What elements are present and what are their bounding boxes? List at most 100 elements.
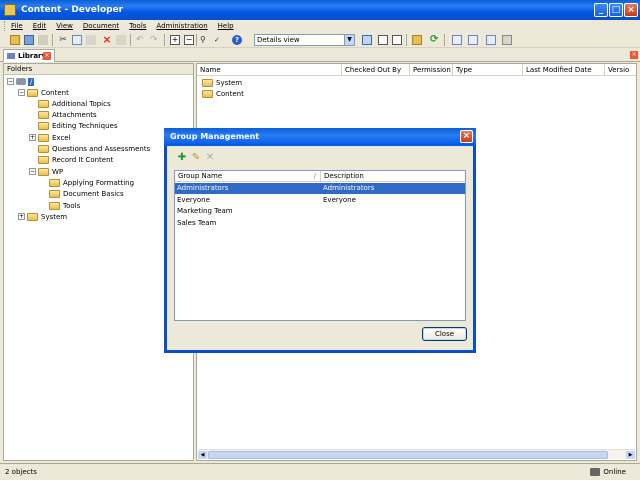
add-group-icon[interactable]: ✚ [177,153,187,163]
group-row[interactable]: Everyone Everyone [175,195,465,206]
scroll-right-icon[interactable]: ▶ [626,451,635,459]
expander-icon[interactable]: − [18,89,25,96]
scrollbar-thumb[interactable] [208,451,608,459]
close-pane-icon[interactable]: × [630,51,638,59]
folders-header: Folders [4,64,193,75]
menu-document[interactable]: Document [83,22,119,30]
group-name: Marketing Team [177,207,233,215]
tree-root[interactable]: − / [7,76,35,87]
redo-icon[interactable]: ↷ [150,35,160,45]
folder-icon [38,167,49,176]
folder-icon [202,89,213,98]
column-description[interactable]: Description [321,171,465,182]
tree-item[interactable]: − Content [18,87,69,98]
copy-icon[interactable] [72,35,82,45]
expander-icon[interactable]: + [18,213,25,221]
find-icon[interactable]: ⚲ [200,35,210,45]
column-last-modified[interactable]: Last Modified Date [523,64,605,76]
spellcheck-icon[interactable]: ✓ [214,35,224,45]
expander-icon[interactable]: − [29,168,36,176]
tree-item[interactable]: − WP [29,166,63,177]
folder-icon [27,212,38,221]
history-icon[interactable] [502,35,512,45]
dialog-close-icon[interactable]: × [460,130,473,143]
folder-icon [38,111,49,120]
group-row[interactable]: Administrators Administrators [175,183,465,194]
tree-item[interactable]: Questions and Assessments [29,144,150,155]
menu-administration[interactable]: Administration [156,22,207,30]
group-row[interactable]: Marketing Team [175,206,465,217]
tree-item-label: Content [41,88,69,97]
tree-item[interactable]: Record It Content [29,155,113,166]
column-group-name[interactable]: Group Name / [175,171,321,182]
group-management-dialog: Group Management × ✚ ✎ ✕ Group Name / De… [164,128,476,353]
column-permission[interactable]: Permission [410,64,453,76]
tab-library[interactable]: Library × [3,49,55,62]
view-mode-select[interactable]: Details view ▼ [254,34,355,46]
close-button[interactable]: Close [422,327,467,341]
properties-icon[interactable] [116,35,126,45]
check-in-icon[interactable] [452,35,462,45]
folder-icon [38,145,49,153]
minimize-button[interactable]: _ [594,3,608,17]
status-bar: 2 objects Online [0,463,640,480]
column-type[interactable]: Type [453,64,523,76]
tree-item[interactable]: Tools [40,200,80,211]
expander-icon[interactable]: + [29,134,36,142]
cut-icon[interactable]: ✂ [58,35,68,45]
tree-item-label: Editing Techniques [52,122,118,131]
root-icon [16,78,26,85]
expander-icon[interactable]: − [7,78,14,85]
dialog-title-bar: Group Management × [164,128,476,146]
close-tab-icon[interactable]: × [43,52,51,60]
close-window-button[interactable]: × [624,3,638,17]
column-version[interactable]: Versio [605,64,636,76]
menu-help[interactable]: Help [218,22,234,30]
tree-item[interactable]: Editing Techniques [29,121,118,132]
list-item[interactable]: Content [202,88,244,99]
menu-edit[interactable]: Edit [33,22,47,30]
check-out-icon[interactable] [468,35,478,45]
details-view-icon[interactable] [362,35,372,45]
tree-item[interactable]: Additional Topics [29,98,111,109]
column-resize-icon: / [313,172,316,180]
tree-item-label: Attachments [52,111,97,120]
help-icon[interactable]: ? [232,35,242,45]
edit-group-icon[interactable]: ✎ [191,153,201,163]
group-description: Everyone [323,195,356,204]
tree-item[interactable]: + Excel [29,132,71,143]
chevron-down-icon[interactable]: ▼ [344,35,354,45]
horizontal-split-icon[interactable] [378,35,388,45]
scroll-left-icon[interactable]: ◀ [198,451,207,459]
collapse-icon[interactable]: − [184,35,194,45]
menu-tools[interactable]: Tools [129,22,146,30]
list-item[interactable]: System [202,77,242,88]
expand-icon[interactable]: + [170,35,180,45]
open-folder-icon[interactable] [10,35,20,45]
column-name[interactable]: Name [197,64,342,76]
delete-group-icon[interactable]: ✕ [205,153,215,163]
publish-icon[interactable] [38,35,48,45]
delete-icon[interactable]: × [102,34,112,45]
column-checked-out-by[interactable]: Checked Out By [342,64,410,76]
refresh-icon[interactable]: ⟳ [430,35,440,45]
group-row[interactable]: Sales Team [175,218,465,229]
maximize-button[interactable]: □ [609,3,623,17]
new-folder-icon[interactable] [412,35,422,45]
paste-icon[interactable] [86,35,96,45]
tree-item[interactable]: Document Basics [40,189,124,200]
vertical-split-icon[interactable] [392,35,402,45]
undo-icon[interactable]: ↶ [136,35,146,45]
tree-root-label: / [28,77,35,86]
horizontal-scrollbar[interactable]: ◀ ▶ [198,449,635,459]
tree-item[interactable]: + System [18,211,67,222]
save-icon[interactable] [24,35,34,45]
tree-item-label: Applying Formatting [63,178,135,187]
menu-file[interactable]: File [11,22,23,30]
group-list[interactable]: Group Name / Description Administrators A… [174,170,466,321]
menu-view[interactable]: View [56,22,73,30]
tree-item[interactable]: Applying Formatting [40,177,134,188]
get-latest-icon[interactable] [486,35,496,45]
tree-item[interactable]: Attachments [29,110,97,121]
menu-grip [4,21,7,31]
